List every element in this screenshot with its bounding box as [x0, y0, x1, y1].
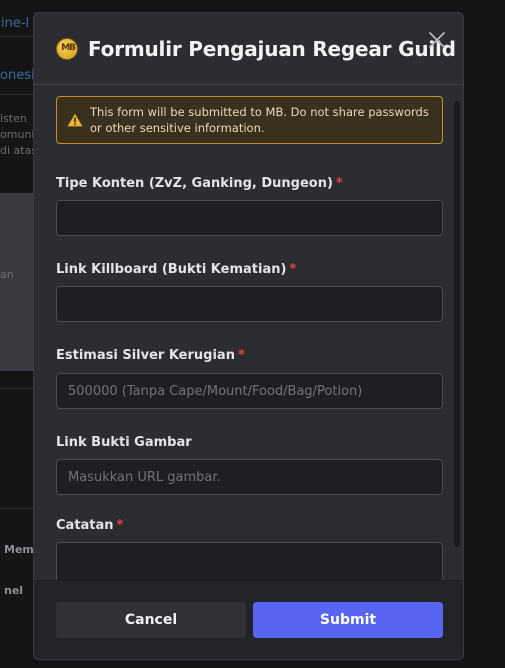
guild-logo-icon: MB: [56, 38, 78, 60]
warning-banner: This form will be submitted to MB. Do no…: [56, 96, 443, 144]
modal-title: Formulir Pengajuan Regear Guild: [88, 37, 456, 61]
guild-logo-text: MB: [61, 43, 76, 53]
content-type-label: Tipe Konten (ZvZ, Ganking, Dungeon) *: [56, 176, 343, 191]
submit-button[interactable]: Submit: [253, 602, 443, 638]
warning-text: This form will be submitted to MB. Do no…: [90, 105, 429, 135]
background-link-fragment: onesi: [0, 68, 35, 83]
background-text-fragment: isten: [0, 112, 27, 125]
background-text-fragment: an: [0, 268, 14, 281]
silver-loss-input[interactable]: [56, 373, 443, 409]
image-link-label-text: Link Bukti Gambar: [56, 435, 192, 450]
silver-loss-label: Estimasi Silver Kerugian *: [56, 348, 245, 363]
cancel-button[interactable]: Cancel: [56, 602, 246, 638]
background-text-fragment: di atas: [0, 144, 38, 157]
killboard-link-input[interactable]: [56, 286, 443, 322]
regear-form-modal: MB Formulir Pengajuan Regear Guild This …: [33, 12, 464, 660]
modal-body[interactable]: This form will be submitted to MB. Do no…: [34, 85, 463, 580]
modal-scrollbar[interactable]: [454, 101, 460, 547]
killboard-link-label-text: Link Killboard (Bukti Kematian): [56, 262, 287, 277]
modal-footer: Cancel Submit: [34, 580, 463, 659]
modal-header: MB Formulir Pengajuan Regear Guild: [34, 13, 463, 85]
background-link-fragment: ine-l: [1, 16, 30, 31]
required-marker: *: [116, 518, 124, 533]
image-link-label: Link Bukti Gambar: [56, 435, 192, 450]
required-marker: *: [237, 348, 245, 363]
required-marker: *: [289, 262, 297, 277]
killboard-link-label: Link Killboard (Bukti Kematian) *: [56, 262, 296, 277]
background-text-fragment: nel: [4, 584, 24, 597]
required-marker: *: [335, 176, 343, 191]
notes-label: Catatan *: [56, 518, 123, 533]
close-button[interactable]: [425, 28, 449, 52]
warning-icon: [67, 113, 83, 127]
notes-label-text: Catatan: [56, 518, 114, 533]
close-icon: [429, 32, 445, 48]
notes-textarea[interactable]: [56, 542, 443, 580]
image-link-input[interactable]: [56, 459, 443, 495]
silver-loss-label-text: Estimasi Silver Kerugian: [56, 348, 235, 363]
content-type-input[interactable]: [56, 200, 443, 236]
content-type-label-text: Tipe Konten (ZvZ, Ganking, Dungeon): [56, 176, 333, 191]
